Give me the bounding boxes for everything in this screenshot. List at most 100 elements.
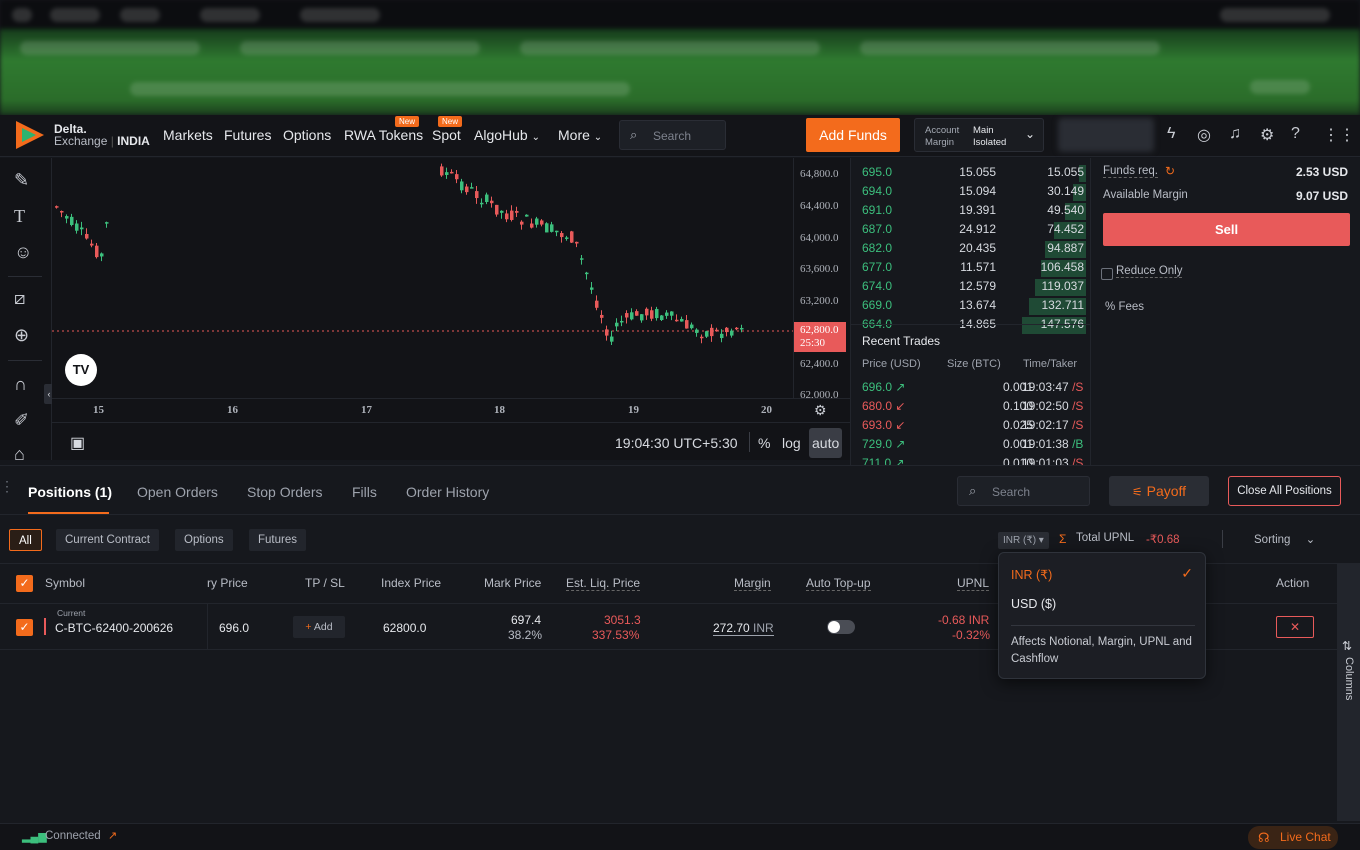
col-action[interactable]: Action xyxy=(1276,576,1309,590)
profile-button-blurred[interactable] xyxy=(1058,118,1154,152)
tab-open-orders[interactable]: Open Orders xyxy=(137,484,218,500)
magnet-icon[interactable]: ∩ xyxy=(14,374,27,395)
reduce-only-label[interactable]: Reduce Only xyxy=(1116,265,1183,278)
orderbook-row[interactable]: 669.0 13.674 132.711 xyxy=(851,298,1086,317)
lock-drawing-icon[interactable]: ✐ xyxy=(14,410,29,431)
filter-current-contract[interactable]: Current Contract xyxy=(56,529,160,551)
chart-clock[interactable]: 19:04:30 UTC+5:30 xyxy=(615,435,738,451)
tab-order-history[interactable]: Order History xyxy=(406,484,489,500)
auto-top-up-toggle[interactable] xyxy=(827,620,855,634)
date-range-icon[interactable]: ▣ xyxy=(70,433,85,453)
sorting-dropdown[interactable]: Sorting ⌄ xyxy=(1254,532,1315,546)
row-checkbox[interactable]: ✓ xyxy=(16,619,33,636)
price-axis[interactable]: 64,800.0 64,400.0 64,000.0 63,600.0 63,2… xyxy=(793,158,850,401)
ruler-tool-icon[interactable]: ⧄ xyxy=(14,288,25,309)
ob-cumulative: 106.458 xyxy=(1040,260,1084,274)
orderbook-row[interactable]: 682.0 20.435 94.887 xyxy=(851,241,1086,260)
tab-positions[interactable]: Positions (1) xyxy=(28,484,112,500)
filter-futures[interactable]: Futures xyxy=(249,529,306,551)
trades-col-size: Size (BTC) xyxy=(947,358,1001,370)
time-axis[interactable]: 15 16 17 18 19 20 ⚙ xyxy=(52,398,850,422)
payoff-button[interactable]: ⚟ Payoff xyxy=(1109,476,1209,506)
reduce-only-checkbox[interactable] xyxy=(1101,268,1113,280)
nav-spot[interactable]: Spot xyxy=(432,127,461,143)
emoji-tool-icon[interactable]: ☺ xyxy=(14,242,32,263)
col-est-liq-price[interactable]: Est. Liq. Price xyxy=(566,576,641,591)
live-chat-button[interactable]: ☊ Live Chat xyxy=(1248,826,1338,849)
refresh-icon[interactable]: ↻ xyxy=(1165,164,1175,178)
candle-body xyxy=(450,171,454,174)
margin-value[interactable]: 272.70 INR xyxy=(713,621,774,636)
tab-fills[interactable]: Fills xyxy=(352,484,377,500)
close-position-icon[interactable]: ✕ xyxy=(1276,616,1314,638)
candle-body xyxy=(740,327,744,330)
price-chart[interactable]: TV xyxy=(52,158,793,398)
filter-options[interactable]: Options xyxy=(175,529,233,551)
total-upnl-label: Total UPNL xyxy=(1076,532,1135,544)
col-entry-price[interactable]: ry Price xyxy=(207,576,248,590)
account-margin-selector[interactable]: Account Margin Main Isolated ⌄ xyxy=(914,118,1044,152)
positions-search-input[interactable]: ⌕ Search xyxy=(957,476,1090,506)
nav-options[interactable]: Options xyxy=(283,127,331,143)
symbol-value[interactable]: C-BTC-62400-200626 xyxy=(55,621,173,635)
nav-algohub[interactable]: AlgoHub ⌄ xyxy=(474,127,540,143)
columns-toggle[interactable]: ⇅ Columns xyxy=(1337,563,1360,821)
col-symbol[interactable]: Symbol xyxy=(45,576,85,590)
nav-markets[interactable]: Markets xyxy=(163,127,213,143)
nav-futures[interactable]: Futures xyxy=(224,127,271,143)
candle-body xyxy=(645,308,649,316)
currency-option-inr[interactable]: INR (₹) xyxy=(1011,567,1052,582)
candle-body xyxy=(560,233,564,238)
col-upnl[interactable]: UPNL xyxy=(957,576,990,591)
zoom-in-icon[interactable]: ⊕ xyxy=(14,325,29,346)
orderbook-row[interactable]: 674.0 12.579 119.037 xyxy=(851,279,1086,298)
percent-scale-toggle[interactable]: % xyxy=(758,435,770,451)
ob-size: 15.055 xyxy=(959,165,996,179)
text-tool-icon[interactable]: T xyxy=(14,206,25,227)
payoff-chart-icon: ⚟ xyxy=(1131,485,1143,499)
drag-handle-icon[interactable]: ⋮ xyxy=(0,478,14,495)
filter-all[interactable]: All xyxy=(9,529,42,551)
tab-stop-orders[interactable]: Stop Orders xyxy=(247,484,322,500)
gear-icon[interactable]: ⚙ xyxy=(1260,125,1274,145)
help-icon[interactable]: ? xyxy=(1291,125,1300,143)
col-index-price[interactable]: Index Price xyxy=(381,576,441,590)
external-link-icon[interactable]: ↗ xyxy=(108,829,117,842)
add-funds-button[interactable]: Add Funds xyxy=(806,118,900,152)
ob-size: 19.391 xyxy=(959,203,996,217)
fees-link[interactable]: % Fees xyxy=(1105,301,1144,313)
log-scale-toggle[interactable]: log xyxy=(782,435,801,451)
entry-price-value: 696.0 xyxy=(219,621,250,635)
currency-option-usd[interactable]: USD ($) xyxy=(1011,597,1056,611)
pen-tool-icon[interactable]: ✎ xyxy=(14,170,29,191)
currency-selector[interactable]: INR (₹) ▾ xyxy=(998,532,1049,549)
nav-more[interactable]: More ⌄ xyxy=(558,127,602,143)
tradingview-logo-icon[interactable]: TV xyxy=(65,354,97,386)
orderbook-row[interactable]: 694.0 15.094 30.149 xyxy=(851,184,1086,203)
col-mark-price[interactable]: Mark Price xyxy=(484,576,541,590)
sell-button[interactable]: Sell xyxy=(1103,213,1350,246)
lock-icon[interactable]: ⌂ xyxy=(14,444,25,465)
col-tp-sl[interactable]: TP / SL xyxy=(305,576,345,590)
close-all-positions-button[interactable]: Close All Positions xyxy=(1228,476,1341,506)
orderbook-row[interactable]: 695.0 15.055 15.055 xyxy=(851,165,1086,184)
apps-grid-icon[interactable]: ⋮⋮ xyxy=(1323,125,1355,145)
orderbook-row[interactable]: 687.0 24.912 74.452 xyxy=(851,222,1086,241)
bell-icon[interactable]: ♫ xyxy=(1229,125,1241,143)
orderbook-row[interactable]: 677.0 11.571 106.458 xyxy=(851,260,1086,279)
lightning-icon[interactable]: ϟ xyxy=(1167,125,1175,143)
search-input[interactable]: ⌕ Search xyxy=(619,120,726,150)
orderbook-row[interactable]: 691.0 19.391 49.540 xyxy=(851,203,1086,222)
chart-settings-icon[interactable]: ⚙ xyxy=(814,402,827,419)
col-margin[interactable]: Margin xyxy=(734,576,771,591)
select-all-checkbox[interactable]: ✓ xyxy=(16,575,33,592)
time-tick: 18 xyxy=(494,404,505,416)
add-tp-sl-button[interactable]: + Add xyxy=(293,616,345,638)
candle-body xyxy=(565,237,569,239)
candle-body xyxy=(440,166,444,176)
nav-rwa-tokens[interactable]: RWA Tokens xyxy=(344,127,423,143)
user-icon[interactable]: ◎ xyxy=(1197,125,1211,145)
col-auto-top-up[interactable]: Auto Top-up xyxy=(806,576,871,591)
auto-scale-toggle[interactable]: auto xyxy=(809,428,843,458)
ob-cumulative: 49.540 xyxy=(1047,203,1084,217)
